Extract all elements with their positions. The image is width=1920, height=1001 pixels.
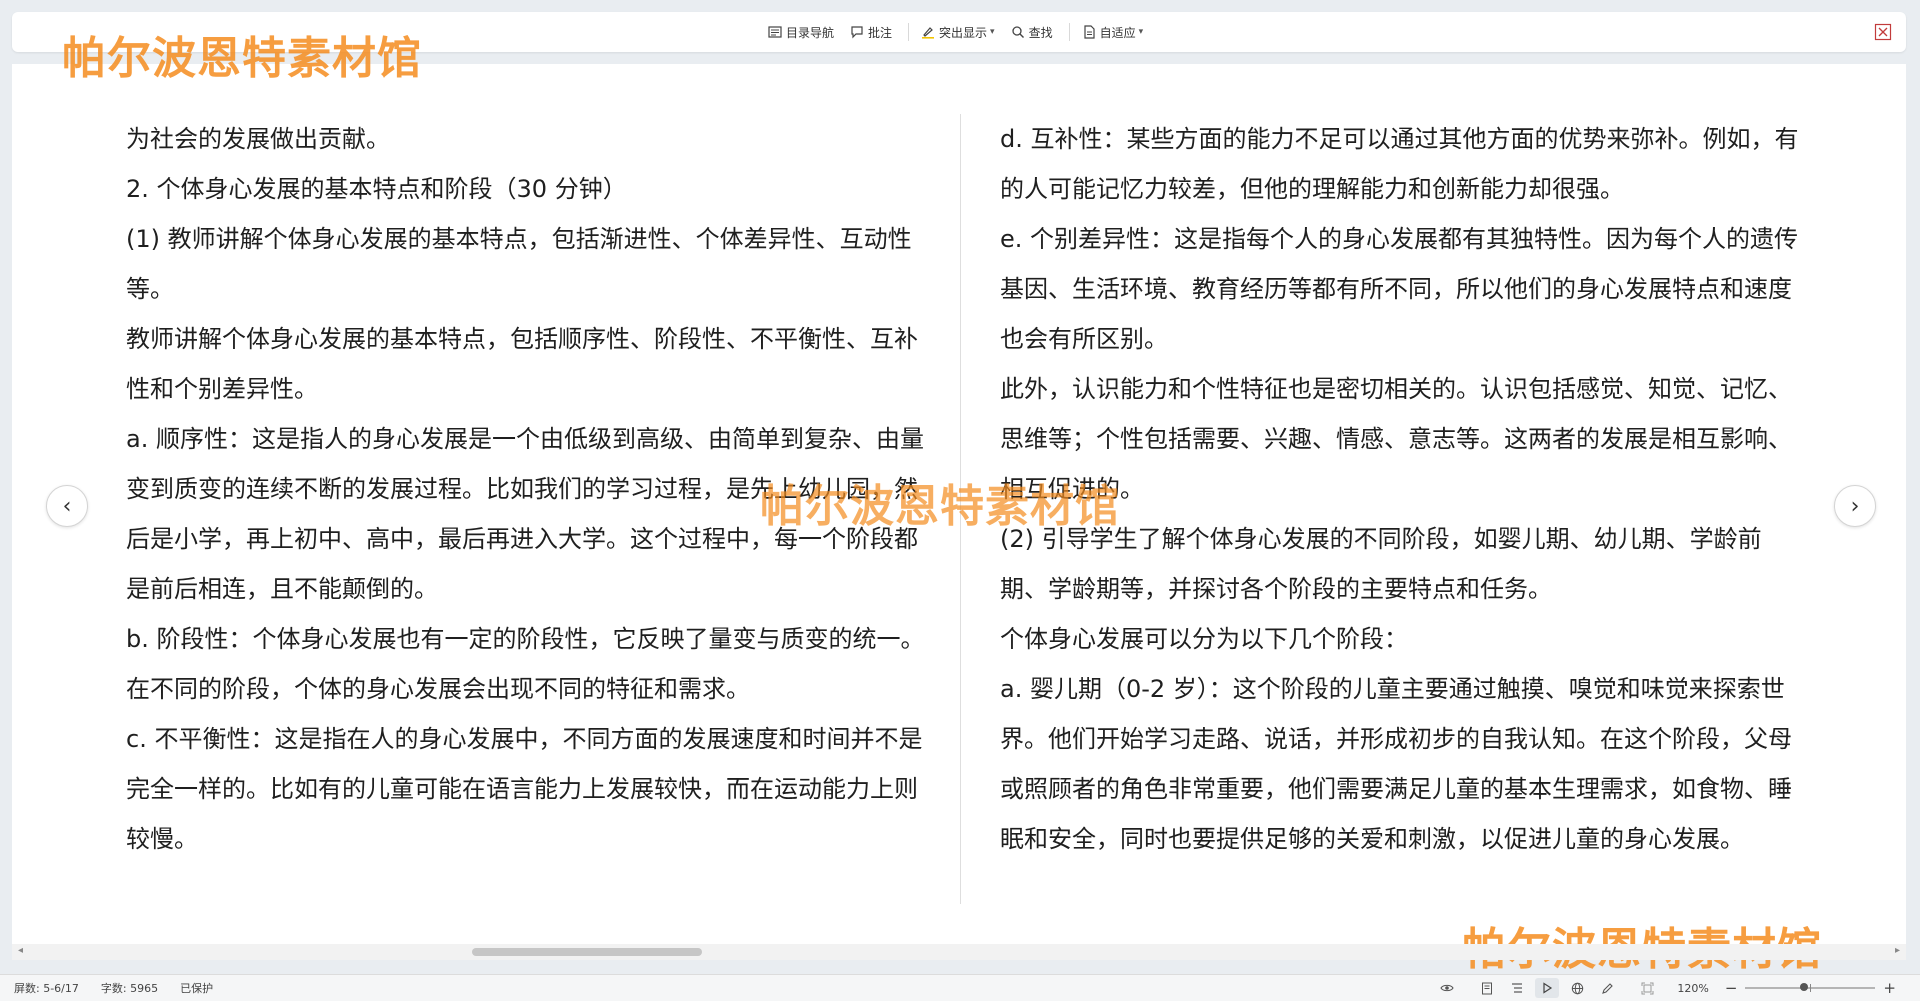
find-button[interactable]: 查找 [1005, 19, 1059, 45]
page-icon [1482, 982, 1493, 994]
outline-view-button[interactable] [1505, 978, 1529, 998]
fit-page-button[interactable]: 自适应 ▾ [1076, 19, 1150, 45]
web-view-button[interactable] [1565, 978, 1589, 998]
left-page: 为社会的发展做出贡献。 2. 个体身心发展的基本特点和阶段（30 分钟） (1)… [126, 114, 926, 864]
previous-page-button[interactable]: ‹ [46, 485, 88, 527]
chevron-left-icon: ‹ [62, 493, 72, 519]
close-button[interactable] [1874, 23, 1892, 41]
read-mode-button[interactable] [1535, 978, 1560, 998]
fit-window-icon [1641, 982, 1654, 994]
right-paragraph: a. 婴儿期（0-2 岁）：这个阶段的儿童主要通过触摸、嗅觉和味觉来探索世界。他… [1000, 675, 1792, 853]
scroll-left-icon[interactable]: ◂ [18, 945, 23, 956]
left-paragraph: 为社会的发展做出贡献。 [126, 125, 390, 153]
toolbar-items: 目录导航 批注 突出显示 ▾ 查找 自适应 ▾ [762, 12, 1153, 52]
protection-status: 已保护 [180, 982, 214, 995]
chevron-down-icon: ▾ [1138, 27, 1144, 37]
zoom-slider[interactable] [1745, 983, 1876, 992]
fit-page-label: 自适应 [1099, 25, 1136, 40]
page-view-button[interactable] [1475, 978, 1499, 998]
next-page-button[interactable]: › [1834, 485, 1876, 527]
zoom-level[interactable]: 120% [1677, 982, 1708, 995]
eye-icon [1440, 984, 1455, 992]
zoom-in-button[interactable]: + [1883, 979, 1896, 997]
write-mode-button[interactable] [1595, 978, 1619, 998]
search-icon [1011, 26, 1024, 38]
outline-icon [1512, 983, 1523, 993]
word-count: 字数: 5965 [100, 982, 159, 995]
right-paragraph: d. 互补性：某些方面的能力不足可以通过其他方面的优势来弥补。例如，有的人可能记… [1000, 125, 1799, 203]
left-paragraph: a. 顺序性：这是指人的身心发展是一个由低级到高级、由简单到复杂、由量变到质变的… [126, 425, 924, 603]
left-paragraph: 教师讲解个体身心发展的基本特点，包括顺序性、阶段性、不平衡性、互补性和个别差异性… [126, 325, 918, 403]
zoom-center-tick [1810, 984, 1812, 992]
highlight-label: 突出显示 [939, 25, 988, 40]
chevron-right-icon: › [1850, 493, 1860, 519]
highlight-button[interactable]: 突出显示 ▾ [915, 19, 1001, 45]
scrollbar-thumb[interactable] [472, 948, 702, 956]
right-paragraph: 此外，认识能力和个性特征也是密切相关的。认识包括感觉、知觉、记忆、思维等；个性包… [1000, 375, 1792, 503]
globe-icon [1571, 982, 1584, 994]
zoom-out-button[interactable]: − [1725, 979, 1738, 997]
pen-icon [1602, 982, 1613, 994]
right-paragraph: 个体身心发展可以分为以下几个阶段： [1000, 625, 1408, 653]
chevron-down-icon: ▾ [990, 27, 995, 37]
page-count: 屏数: 5-6/17 [14, 982, 79, 995]
table-of-contents-icon [768, 26, 782, 38]
highlighter-icon [922, 27, 935, 39]
right-paragraph: e. 个别差异性：这是指每个人的身心发展都有其独特性。因为每个人的遗传基因、生活… [1000, 225, 1799, 353]
left-paragraph: c. 不平衡性：这是指在人的身心发展中，不同方面的发展速度和时间并不是完全一样的… [126, 725, 923, 853]
scroll-right-icon[interactable]: ▸ [1895, 945, 1900, 956]
top-toolbar: 目录导航 批注 突出显示 ▾ 查找 自适应 ▾ [12, 12, 1906, 52]
view-controls: 120% − + [1429, 975, 1896, 1001]
toolbar-separator [1068, 23, 1070, 41]
toc-navigation-button[interactable]: 目录导航 [762, 19, 840, 45]
toolbar-separator [908, 23, 910, 41]
close-icon [1874, 23, 1892, 41]
horizontal-scrollbar[interactable]: ◂ ▸ [12, 944, 1906, 960]
comment-button[interactable]: 批注 [844, 19, 898, 45]
status-info: 屏数: 5-6/17 字数: 5965 已保护 [14, 975, 235, 1001]
page-fit-icon [1083, 25, 1095, 39]
comment-icon [851, 26, 863, 39]
left-paragraph: b. 阶段性：个体身心发展也有一定的阶段性，它反映了量变与质变的统一。在不同的阶… [126, 625, 925, 703]
status-bar: 屏数: 5-6/17 字数: 5965 已保护 120% − + [0, 974, 1920, 1001]
toc-navigation-label: 目录导航 [786, 25, 835, 40]
right-page: d. 互补性：某些方面的能力不足可以通过其他方面的优势来弥补。例如，有的人可能记… [1000, 114, 1800, 864]
find-label: 查找 [1028, 25, 1053, 40]
zoom-slider-handle[interactable] [1799, 983, 1808, 991]
right-paragraph: (2) 引导学生了解个体身心发展的不同阶段，如婴儿期、幼儿期、学龄前期、学龄期等… [1000, 525, 1762, 603]
page-divider [960, 114, 961, 904]
fit-window-button[interactable] [1635, 978, 1659, 998]
play-icon [1543, 982, 1553, 994]
left-paragraph: (1) 教师讲解个体身心发展的基本特点，包括渐进性、个体差异性、互动性等。 [126, 225, 912, 303]
eye-protection-button[interactable] [1435, 978, 1459, 998]
comment-label: 批注 [868, 25, 893, 40]
left-paragraph: 2. 个体身心发展的基本特点和阶段（30 分钟） [126, 175, 627, 203]
document-viewport[interactable]: 为社会的发展做出贡献。 2. 个体身心发展的基本特点和阶段（30 分钟） (1)… [12, 64, 1906, 944]
